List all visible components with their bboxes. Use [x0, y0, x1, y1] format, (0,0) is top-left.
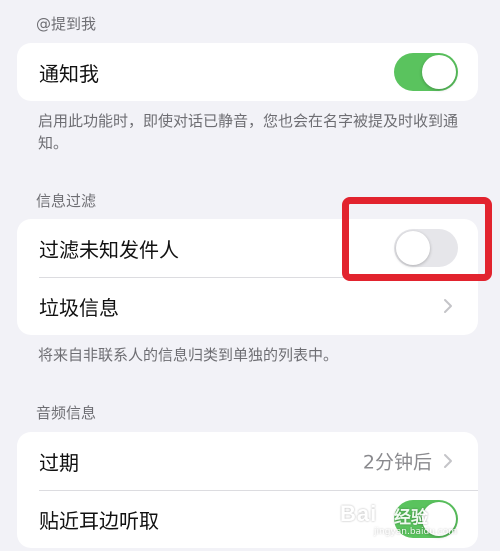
section-header-message-filter: 信息过滤	[36, 192, 97, 210]
notify-me-toggle[interactable]	[394, 53, 458, 91]
watermark-sub: 经验	[394, 508, 428, 528]
mentions-group: 通知我	[17, 43, 478, 101]
chevron-right-icon	[444, 454, 452, 468]
junk-label: 垃圾信息	[39, 295, 119, 320]
filter-unknown-senders-label: 过滤未知发件人	[39, 237, 179, 262]
message-filter-footer: 将来自非联系人的信息归类到单独的列表中。	[38, 346, 339, 364]
section-header-mentions: @提到我	[36, 15, 97, 33]
section-header-audio-messages: 音频信息	[36, 404, 97, 422]
notify-me-label: 通知我	[39, 61, 99, 86]
expire-value: 2分钟后	[362, 451, 432, 474]
baidu-watermark: Bai 经验 jingyan.baidu.com	[340, 499, 490, 539]
notify-me-row[interactable]: 通知我	[17, 43, 478, 101]
expire-label: 过期	[39, 450, 79, 475]
watermark-url: jingyan.baidu.com	[374, 527, 458, 537]
mentions-footer: 启用此功能时，即使对话已静音，您也会在名字被提及时收到通知。	[38, 112, 459, 152]
junk-row[interactable]: 垃圾信息	[17, 277, 478, 335]
toggle-knob	[422, 55, 456, 89]
raise-to-listen-label: 贴近耳边听取	[39, 508, 159, 533]
highlight-box	[342, 197, 492, 281]
watermark-brand: Bai	[340, 501, 378, 526]
chevron-right-icon	[444, 299, 452, 313]
expire-row[interactable]: 过期 2分钟后	[17, 432, 478, 490]
